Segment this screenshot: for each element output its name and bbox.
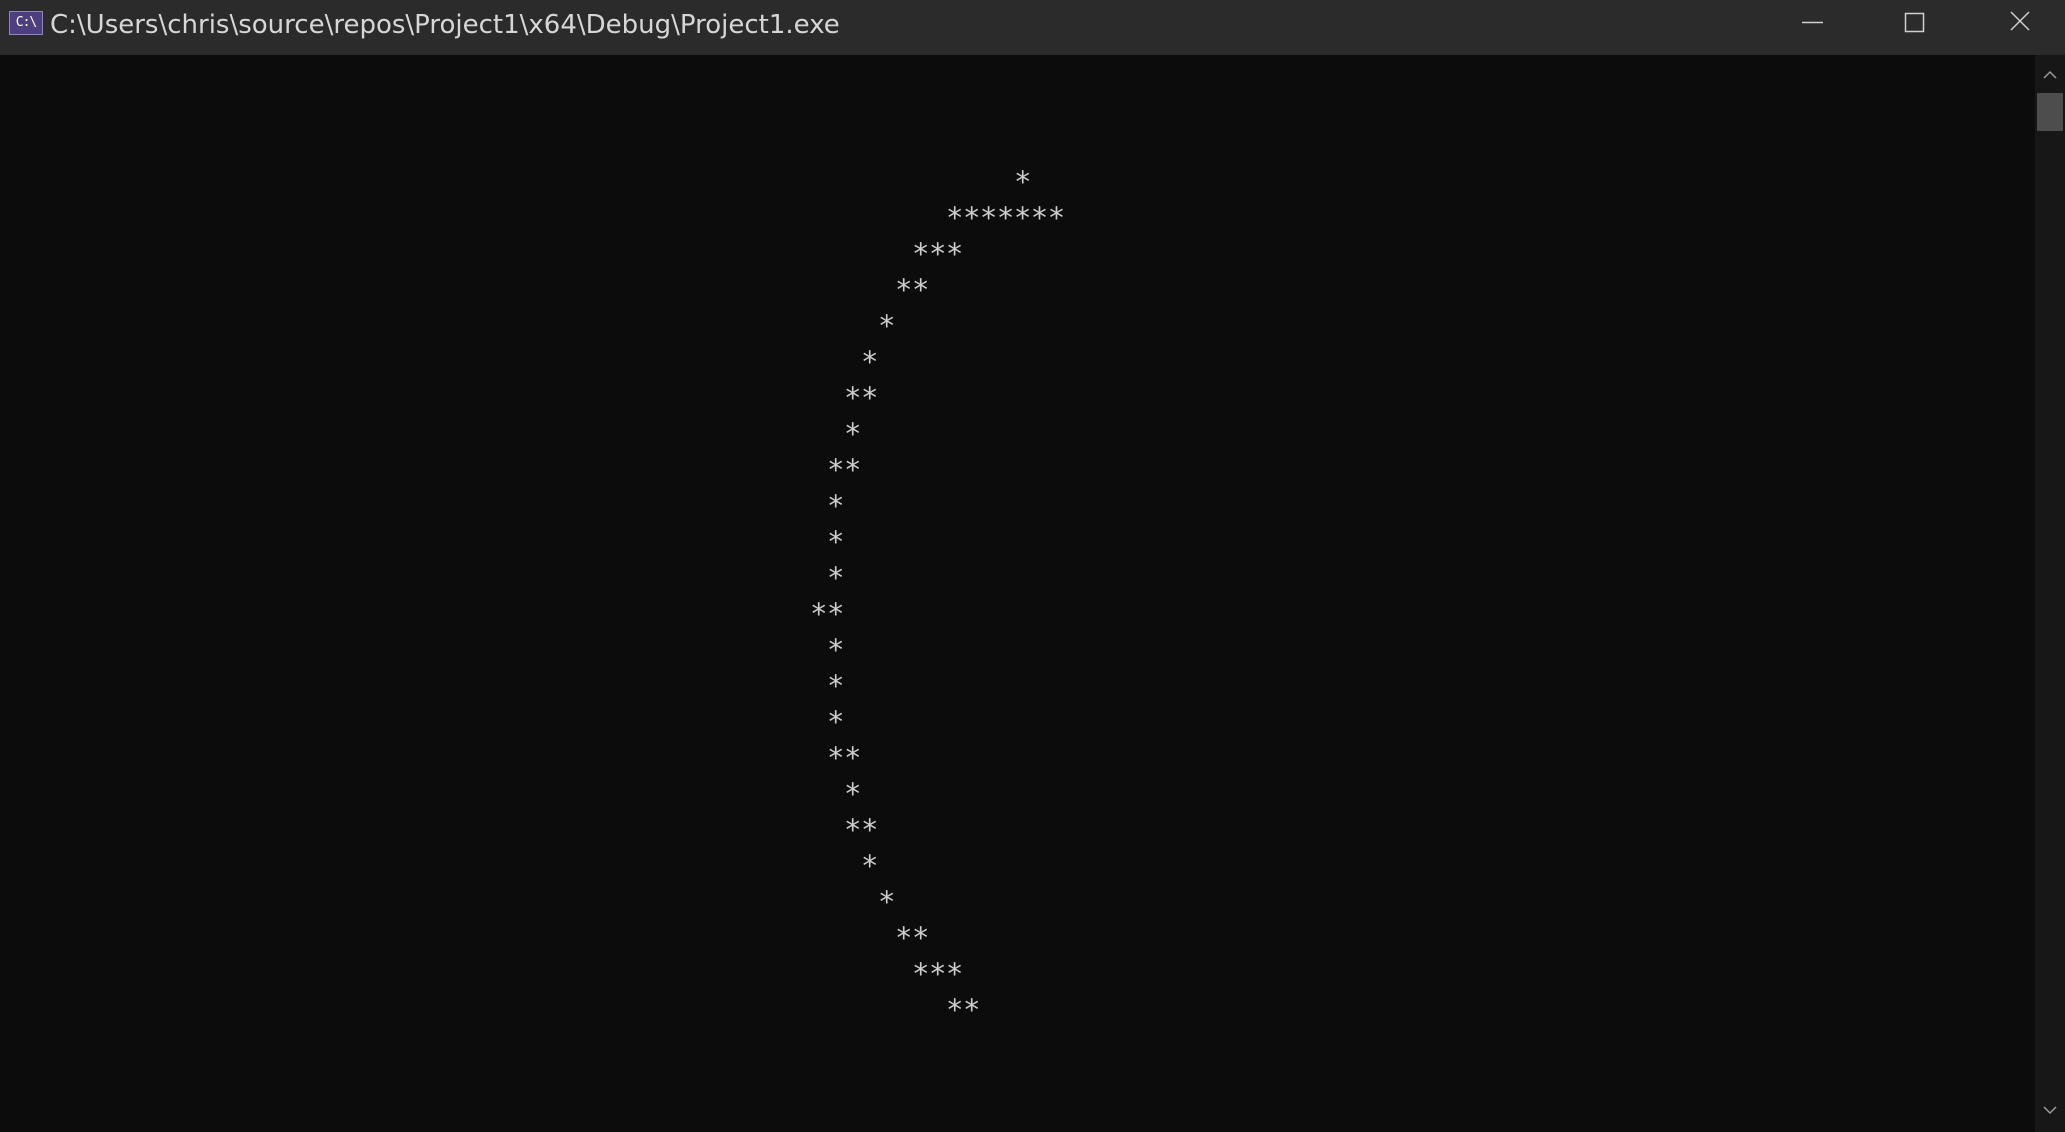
maximize-button[interactable] [1862, 0, 1967, 45]
output-line: ** [844, 813, 878, 847]
console-app-icon: C:\ [9, 11, 43, 35]
output-line: ** [810, 597, 844, 631]
output-line: * [827, 633, 844, 667]
chevron-down-icon [2043, 1106, 2057, 1115]
chevron-up-icon [2043, 70, 2057, 79]
window-title: C:\Users\chris\source\repos\Project1\x64… [50, 10, 840, 40]
output-line: *** [912, 957, 963, 991]
minimize-button[interactable] [1757, 0, 1862, 45]
output-line: * [827, 669, 844, 703]
scroll-up-button[interactable] [2035, 59, 2065, 89]
output-line: * [878, 309, 895, 343]
output-line: * [1014, 165, 1031, 199]
output-line: * [827, 489, 844, 523]
output-line: *** [912, 237, 963, 271]
output-line: ** [895, 921, 929, 955]
close-icon [2010, 11, 2030, 31]
output-line: * [827, 525, 844, 559]
scroll-thumb[interactable] [2037, 93, 2063, 131]
output-line: ******* [946, 201, 1065, 235]
output-line: * [861, 345, 878, 379]
close-button[interactable] [1967, 0, 2065, 45]
scroll-down-button[interactable] [2035, 1096, 2065, 1126]
output-line: ** [827, 741, 861, 775]
maximize-icon [1904, 12, 1925, 33]
output-line: * [844, 417, 861, 451]
output-line: * [861, 849, 878, 883]
output-line: * [827, 705, 844, 739]
console-window: C:\ C:\Users\chris\source\repos\Project1… [0, 0, 2065, 1132]
output-line: ** [895, 273, 929, 307]
vertical-scrollbar[interactable] [2035, 55, 2065, 1132]
output-line: * [844, 777, 861, 811]
title-bar[interactable]: C:\ C:\Users\chris\source\repos\Project1… [0, 0, 2065, 55]
output-line: ** [844, 381, 878, 415]
output-line: * [827, 561, 844, 595]
output-line: ** [827, 453, 861, 487]
minimize-icon [1802, 21, 1823, 24]
console-output-area[interactable]: * ******* *** ** * * ** * ** * * * ** * … [0, 55, 2035, 1132]
output-line: * [878, 885, 895, 919]
output-line: ** [946, 993, 980, 1027]
